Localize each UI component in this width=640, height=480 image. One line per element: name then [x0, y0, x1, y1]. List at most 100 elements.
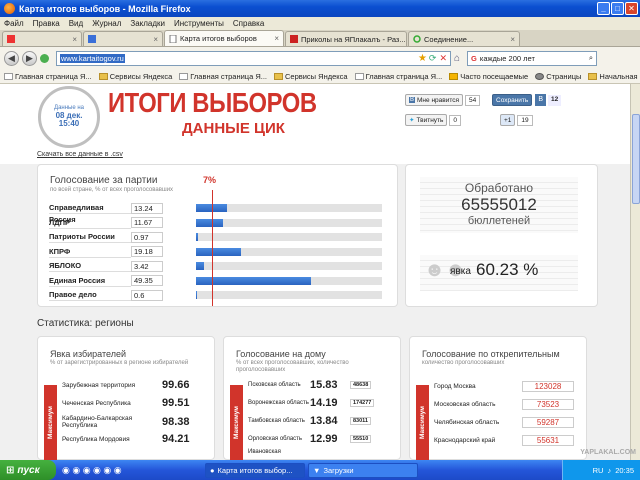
taskbar-item-downloads[interactable]: ▼ Загрузки — [308, 462, 418, 478]
bookmark-star-icon[interactable]: ★ — [418, 53, 429, 64]
menu-bookmarks[interactable]: Закладки — [130, 19, 165, 28]
folder-icon — [588, 72, 598, 80]
bookmark-pages[interactable]: Страницы — [535, 72, 581, 81]
processed-label-top: Обработано — [464, 181, 534, 195]
vertical-scrollbar[interactable] — [630, 84, 640, 460]
turnout-regions-panel: Явка избирателей % от зарегистрированных… — [37, 336, 215, 460]
panel-title: Явка избирателей — [50, 349, 126, 359]
taskbar-item-firefox[interactable]: ● Карта итогов выбор... — [205, 462, 305, 478]
panel-subtitle: % от зарегистрированных в регионе избира… — [50, 360, 189, 366]
maximum-tab[interactable]: Максимум — [44, 385, 57, 460]
tab-close-icon[interactable]: × — [150, 35, 158, 44]
tweet-button[interactable]: ✦ Твитнуть — [405, 114, 448, 126]
forward-button[interactable]: ▶ — [22, 50, 37, 66]
speaker-icon[interactable]: ♪ — [607, 466, 611, 475]
navigation-toolbar: ◀ ▶ www.kartaitogov.ru ★ ⟳ ✕ ⌂ G каждые … — [0, 47, 640, 69]
tab-active-karta[interactable]: Карта итогов выборов × — [164, 30, 284, 46]
tab-close-icon[interactable]: × — [507, 35, 515, 44]
page-content: Данные на 08 дек. 15:40 ИТОГИ ВЫБОРОВ ДА… — [0, 84, 630, 460]
back-button[interactable]: ◀ — [4, 50, 19, 66]
tab-close-icon[interactable]: × — [406, 35, 407, 44]
plusone-count: 19 — [517, 114, 533, 126]
bookmark-folder[interactable]: Сервисы Яндекса — [98, 72, 172, 81]
windows-taskbar: ⊞ пуск ◉ ◉ ◉ ◉ ◉ ◉ ● Карта итогов выбор...… — [0, 460, 640, 480]
party-bar-track — [196, 291, 382, 299]
tab-1[interactable]: × — [2, 31, 82, 46]
stop-icon[interactable]: ✕ — [439, 53, 450, 64]
bookmark-folder[interactable]: Сервисы Яндекса — [274, 72, 348, 81]
maximize-button[interactable]: □ — [611, 2, 624, 15]
hero-title: ИТОГИ ВЫБОРОВ — [108, 87, 317, 118]
processed-number: 65555012 — [461, 195, 537, 214]
tab-close-icon[interactable]: × — [271, 34, 279, 43]
csv-download-link[interactable]: Скачать все данные в .csv — [37, 151, 123, 158]
page-icon — [4, 72, 13, 80]
region-count: 55510 — [350, 435, 372, 443]
panel-title: Голосование на дому — [236, 349, 326, 359]
save-button[interactable]: Сохранить — [492, 94, 533, 106]
party-panel-title: Голосование за партии — [50, 175, 158, 186]
scrollbar-thumb[interactable] — [632, 114, 640, 204]
search-box[interactable]: G каждые 200 лет ⌕ — [467, 50, 598, 66]
threshold-label: 7% — [203, 175, 217, 185]
turnout-label: явка — [450, 266, 471, 277]
address-bar[interactable]: www.kartaitogov.ru ★ ⟳ ✕ — [56, 50, 451, 66]
home-icon[interactable]: ⌂ — [454, 53, 460, 64]
language-indicator[interactable]: RU — [593, 466, 604, 475]
quicklaunch-icons[interactable]: ◉ ◉ ◉ ◉ ◉ ◉ — [62, 465, 202, 476]
party-bar — [196, 233, 199, 241]
region-name: Республика Мордовия — [62, 435, 130, 443]
tab-connection[interactable]: Соединение... × — [408, 31, 520, 46]
region-name: Московская область — [434, 401, 496, 408]
menu-view[interactable]: Вид — [69, 19, 83, 28]
close-button[interactable]: ✕ — [625, 2, 638, 15]
region-name: Краснодарский край — [434, 437, 496, 444]
maximum-tab[interactable]: Максимум — [230, 385, 243, 460]
party-bar-track — [196, 262, 382, 270]
vk-like-button[interactable]: B Мне нравится — [405, 94, 464, 106]
menu-tools[interactable]: Инструменты — [174, 19, 224, 28]
region-name: Воронежская область — [248, 400, 309, 406]
party-bar-track — [196, 247, 382, 256]
page-favicon-icon — [88, 35, 96, 43]
region-count: 73523 — [522, 399, 574, 410]
menu-bar: Файл Правка Вид Журнал Закладки Инструме… — [0, 17, 640, 30]
minimize-button[interactable]: _ — [597, 2, 610, 15]
page-icon — [354, 72, 364, 80]
region-value: 98.38 — [162, 416, 190, 428]
search-engine-icon[interactable]: G — [471, 54, 477, 63]
menu-help[interactable]: Справка — [233, 19, 264, 28]
menu-history[interactable]: Журнал — [92, 19, 121, 28]
vk-like-count: 54 — [465, 94, 481, 106]
bookmark-start-page[interactable]: Начальная страница — [588, 72, 640, 81]
green-shield-icon — [40, 53, 49, 63]
tweet-count: 0 — [449, 114, 462, 126]
bookmarks-toolbar: Главная страница Я... Сервисы Яндекса Гл… — [0, 69, 640, 84]
refresh-icon[interactable]: ⟳ — [429, 53, 440, 64]
region-name: Орловская область — [248, 436, 303, 442]
tab-close-icon[interactable]: × — [69, 35, 77, 44]
region-name: Ивановская — [248, 449, 281, 455]
absentee-voting-panel: Голосование по открепительным количество… — [409, 336, 587, 460]
plusone-button[interactable]: +1 — [500, 114, 516, 126]
region-name: Город Москва — [434, 383, 476, 390]
loading-icon — [413, 35, 421, 43]
start-button[interactable]: ⊞ пуск — [0, 460, 56, 480]
bookmark-item[interactable]: Главная страница Я... — [179, 72, 267, 81]
menu-file[interactable]: Файл — [4, 19, 24, 28]
search-input[interactable]: каждые 200 лет — [480, 54, 535, 63]
stats-section-title: Статистика: регионы — [37, 318, 134, 329]
search-icon[interactable]: ⌕ — [589, 53, 596, 63]
region-name: Псковская область — [248, 382, 301, 388]
page-icon — [179, 72, 189, 80]
tab-2[interactable]: × — [83, 31, 163, 46]
bookmark-most-visited[interactable]: Часто посещаемые — [449, 72, 528, 81]
window-titlebar[interactable]: Карта итогов выборов - Mozilla Firefox _… — [0, 0, 640, 17]
vk-like-widget: B Мне нравится 54 — [405, 94, 481, 106]
bookmark-item[interactable]: Главная страница Я... — [4, 72, 92, 81]
party-bar-track — [196, 233, 382, 241]
maximum-tab[interactable]: Максимум — [416, 385, 429, 460]
bookmark-item[interactable]: Главная страница Я... — [354, 72, 442, 81]
tab-yaplakal[interactable]: Приколы на ЯПлакалъ - Раз...× — [285, 31, 407, 46]
menu-edit[interactable]: Правка — [33, 19, 60, 28]
